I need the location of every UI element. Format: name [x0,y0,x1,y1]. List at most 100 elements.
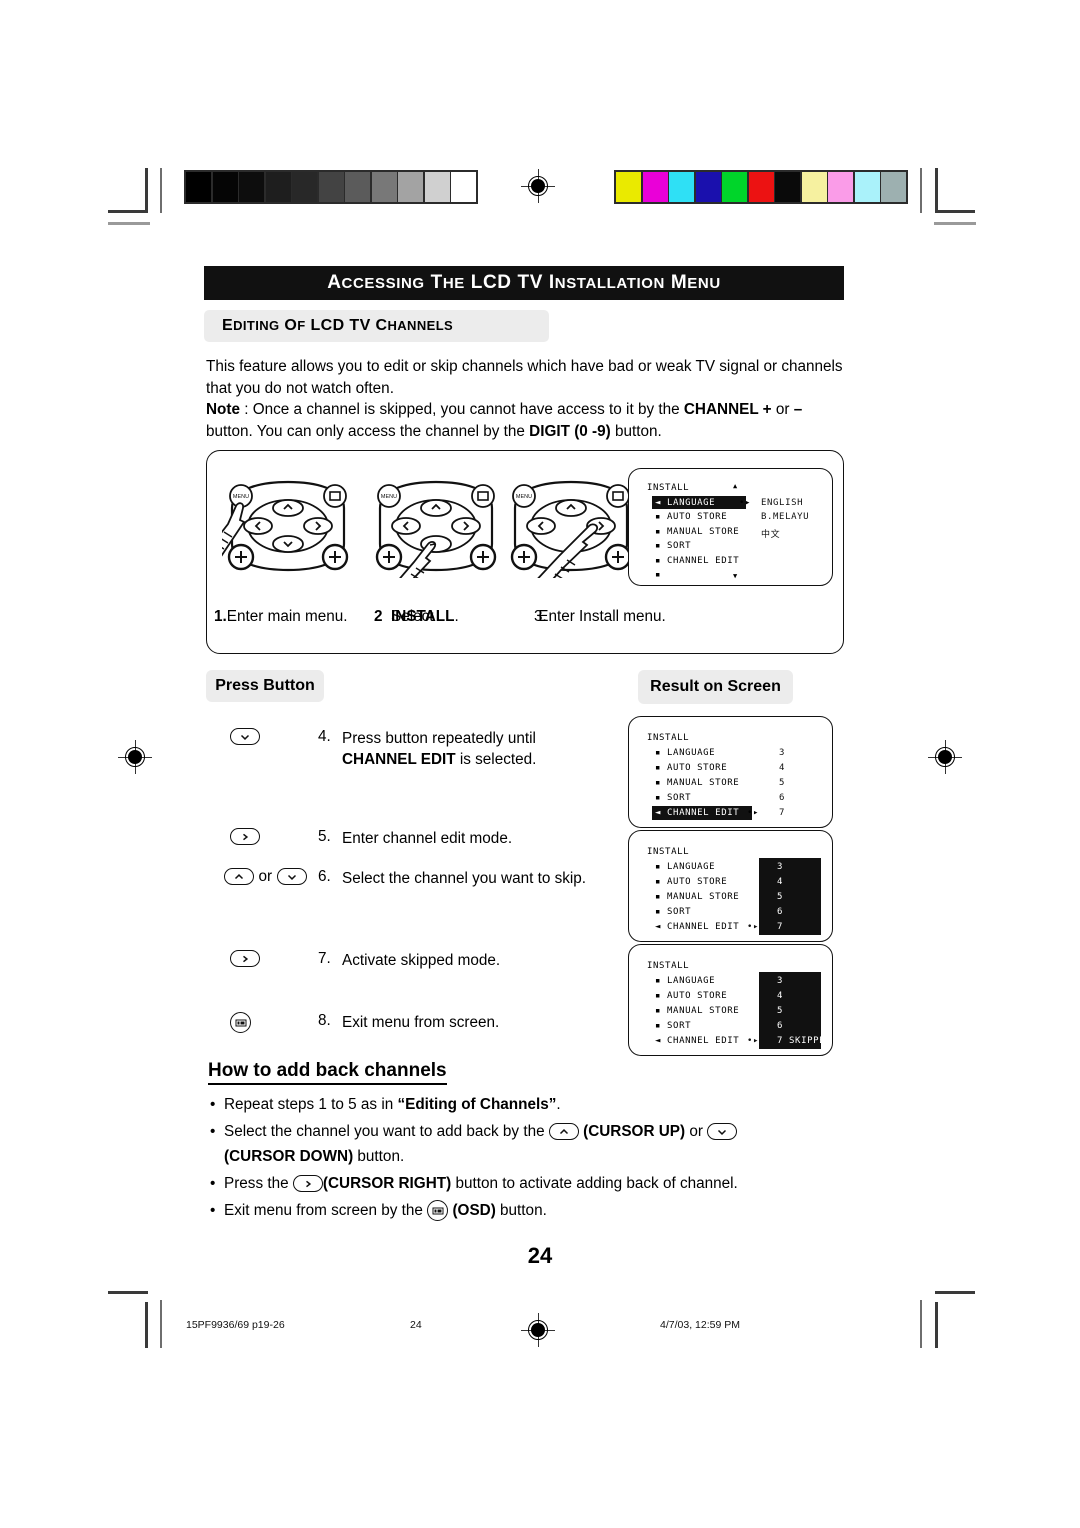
osd-menu-item[interactable]: ◄ CHANNEL EDIT [655,922,739,932]
howto-b2-text-a: Select the channel you want to add back … [224,1123,549,1140]
cursor-up-icon[interactable] [548,1123,579,1141]
osd-value: 中文 [761,529,781,540]
procedure-keyword: CHANNEL EDIT [342,751,456,768]
osd-value: 5 [779,778,786,788]
result-on-screen-label: Result on Screen [650,678,781,695]
trim-line-bottom-right [920,1300,922,1348]
osd-scroll-up-arrow[interactable]: ▲ [733,482,738,490]
intro-paragraph: This feature allows you to edit or skip … [206,358,843,397]
osd-menu-item[interactable]: ▪ CHANNEL EDIT [655,556,739,566]
osd-menu-item[interactable]: ▪ MANUAL STORE [655,892,739,902]
step-3-label: 3. Enter Install menu. [534,608,666,626]
osd-menu-item[interactable]: ▪ AUTO STORE [655,877,727,887]
osd-menu-item[interactable]: ▪ MANUAL STORE [655,527,739,537]
osd-menu-item[interactable]: ◄ LANGUAGE [655,498,715,508]
osd-menu-item[interactable]: ▪ AUTO STORE [655,763,727,773]
osd-menu-item[interactable]: ◄ CHANNEL EDIT [655,808,739,818]
osd-menu-item[interactable]: ▪ SORT [655,793,691,803]
osd-menu-item[interactable]: ▪ AUTO STORE [655,512,727,522]
color-calibration-bar [614,170,908,204]
note-label: Note [206,401,240,418]
cursor-right-icon[interactable] [230,950,260,968]
osd-menu-item[interactable]: ▪ [655,570,667,580]
step-1-text: Enter main menu. [226,608,348,625]
osd-value: 5 [777,892,784,902]
osd-value-panel [759,858,821,935]
step-3-text: Enter Install menu. [538,608,666,625]
osd-value: 6 [779,793,786,803]
procedure-step-number: 7. [318,950,331,967]
cursor-up-icon[interactable] [224,868,254,886]
note-digit-keyword: DIGIT (0 -9) [529,422,611,440]
procedure-list: 4. Press button repeatedly until CHANNEL E… [206,720,626,1050]
osd-adjust-marker: •▸ [747,922,760,932]
cursor-down-icon[interactable] [276,868,307,886]
cursor-right-icon[interactable] [230,828,260,846]
osd-menu-item[interactable]: ▪ LANGUAGE [655,976,715,986]
procedure-step-number: 8. [318,1012,331,1029]
osd-adjust-marker: •▸ [739,497,752,508]
note-channel-keyword: CHANNEL + [683,401,772,418]
trim-line-bottom-left [160,1300,162,1348]
procedure-button-4 [230,728,260,746]
osd-icon[interactable] [230,1012,251,1033]
osd-value: 7 [777,922,784,932]
svg-text:MENU: MENU [381,494,397,500]
remote-diagram-step1: MENU [222,478,354,578]
osd-menu-item[interactable]: ▪ SORT [655,1021,691,1031]
osd-screen-result-2: INSTALL ▪ LANGUAGE 3 ▪ AUTO STORE 4 ▪ MANUAL … [628,830,833,942]
osd-menu-item[interactable]: ▪ SORT [655,907,691,917]
registration-target-bottom [521,1313,555,1347]
note-text-b: button. You can only access the channel … [206,422,530,440]
or-label: or [258,868,273,885]
osd-scroll-down-arrow[interactable]: ▼ [733,572,738,580]
cursor-down-icon[interactable] [230,728,260,746]
trim-line-right [920,168,922,213]
procedure-button-8 [230,1012,251,1033]
procedure-step-number: 6. [318,868,331,885]
osd-title: INSTALL [647,483,690,493]
osd-menu-item[interactable]: ▪ MANUAL STORE [655,778,739,788]
bleed-rule-top-right [934,222,976,225]
howto-bullets: Repeat steps 1 to 5 as in “Editing of Ch… [208,1092,848,1225]
press-button-label: Press Button [215,677,315,694]
howto-b1-text-b: . [556,1096,561,1113]
manual-page: ACCESSING THE LCD TV INSTALLATION MENU E… [0,0,1080,1528]
step-2-text-b: . [454,608,459,625]
osd-icon[interactable] [427,1200,449,1222]
howto-bullet-2: Select the channel you want to add back … [208,1119,848,1169]
page-number: 24 [527,1243,553,1268]
osd-adjust-marker: •▸ [747,1036,760,1046]
trim-line-left [160,168,162,213]
howto-b2-text-b: button. [353,1148,405,1165]
press-button-header: Press Button [206,670,324,702]
page-title: ACCESSING THE LCD TV INSTALLATION MENU [327,272,721,293]
howto-b3-text-b: button to activate adding back of channe… [451,1175,738,1192]
osd-value: ENGLISH [761,497,804,508]
crop-mark-top-left [108,168,153,213]
osd-title: INSTALL [647,961,690,971]
osd-menu-item[interactable]: ▪ LANGUAGE [655,862,715,872]
osd-value: 7 SKIPPED [777,1036,832,1046]
registration-target-left [118,740,152,774]
osd-value: 6 [777,907,784,917]
osd-menu-item[interactable]: ▪ MANUAL STORE [655,1006,739,1016]
howto-b2-keyword-down: (CURSOR DOWN) [224,1148,354,1165]
registration-target-top [521,169,555,203]
osd-menu-item[interactable]: ▪ LANGUAGE [655,748,715,758]
cursor-down-icon[interactable] [707,1123,738,1141]
osd-value: 3 [777,862,784,872]
osd-menu-item[interactable]: ▪ AUTO STORE [655,991,727,1001]
cursor-right-icon[interactable] [292,1175,323,1193]
procedure-button-5 [230,828,260,846]
howto-b2-or: or [685,1123,708,1140]
step-2-text-a: Select [391,608,434,625]
osd-menu-item[interactable]: ◄ CHANNEL EDIT [655,1036,739,1046]
osd-menu-item[interactable]: ▪ SORT [655,541,691,551]
procedure-button-6: or [224,868,307,886]
howto-b2-keyword-up: (CURSOR UP) [583,1123,686,1140]
procedure-step-text: Exit menu from screen. [342,1014,500,1031]
osd-value: 4 [777,877,784,887]
howto-b1-text-a: Repeat steps 1 to 5 as in [224,1096,398,1113]
osd-adjust-marker: •▸ [747,808,760,818]
